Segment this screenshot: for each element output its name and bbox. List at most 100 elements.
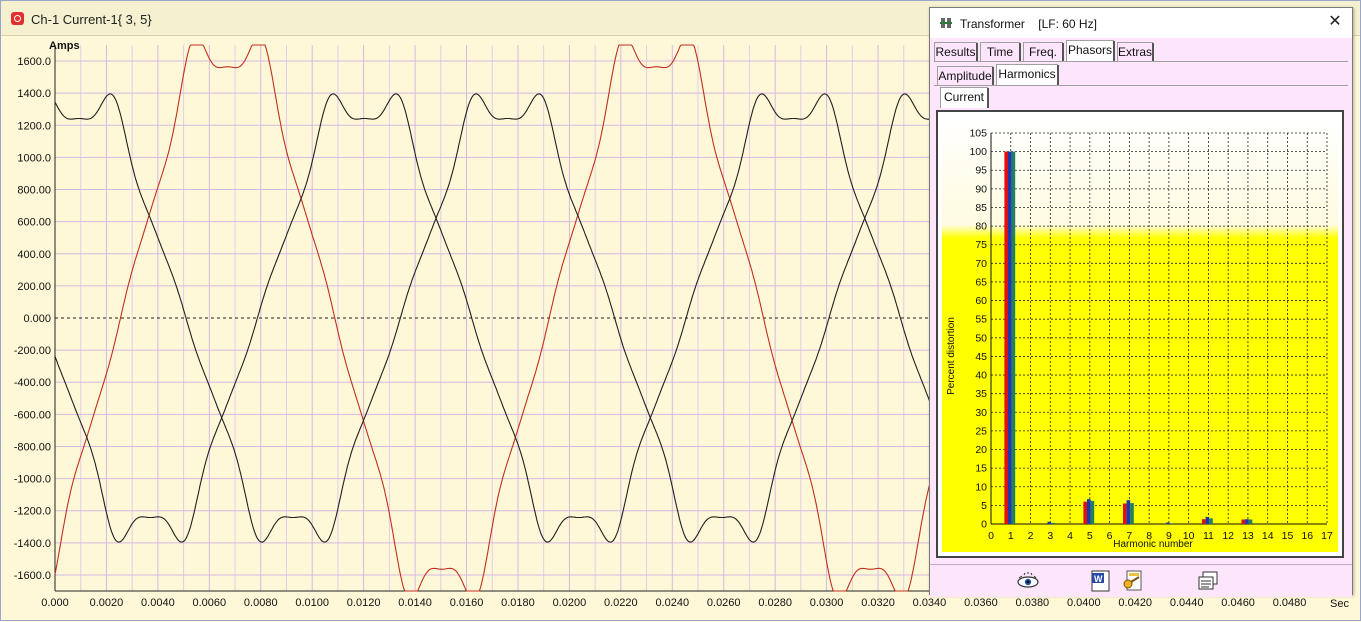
tab-harmonics[interactable]: Harmonics xyxy=(996,64,1059,85)
copy-windows-icon[interactable] xyxy=(1196,569,1220,593)
waveform-x-tick-label: 0.0460 xyxy=(1221,597,1255,609)
harmonics-y-tick-label: 40 xyxy=(975,370,987,382)
transformer-dialog: Transformer [LF: 60 Hz] ✕ Results Time F… xyxy=(929,7,1353,597)
waveform-x-tick-label: 0.0480 xyxy=(1273,597,1307,609)
harmonic-bar xyxy=(1241,519,1246,524)
waveform-x-tick-label: 0.0220 xyxy=(604,597,638,609)
harmonic-bar xyxy=(1245,519,1249,524)
waveform-x-tick-label: 0.0080 xyxy=(244,597,278,609)
waveform-x-tick-label: 0.0380 xyxy=(1016,597,1050,609)
harmonics-y-tick-label: 75 xyxy=(975,239,987,251)
harmonics-x-tick-label: 15 xyxy=(1282,530,1294,542)
waveform-x-tick-label: 0.0140 xyxy=(398,597,432,609)
tab-phasors[interactable]: Phasors xyxy=(1066,40,1115,61)
waveform-y-tick-label: -1000.0 xyxy=(14,474,51,486)
harmonics-x-tick-label: 0 xyxy=(988,530,994,542)
waveform-x-tick-label: 0.0240 xyxy=(655,597,689,609)
waveform-y-tick-label: 400.00 xyxy=(17,249,51,261)
tab-amplitude[interactable]: Amplitude xyxy=(937,66,994,85)
waveform-x-tick-label: 0.0340 xyxy=(913,597,947,609)
subtab-divider xyxy=(934,85,1348,86)
waveform-y-tick-label: -1600.0 xyxy=(14,570,51,582)
harmonics-x-axis-label: Harmonic number xyxy=(1113,539,1193,550)
harmonics-y-tick-label: 90 xyxy=(975,183,987,195)
harmonic-bar xyxy=(1004,151,1008,524)
harmonics-y-tick-label: 55 xyxy=(975,314,987,326)
harmonics-chart-frame: 0 5 10 15 20 25 30 35 40 45 50 55 60 65 70 75 80 85 90 95 10… xyxy=(936,110,1344,558)
waveform-y-tick-label: 600.00 xyxy=(17,217,51,229)
dialog-titlebar[interactable]: Transformer [LF: 60 Hz] ✕ xyxy=(930,8,1352,38)
waveform-y-tick-label: -600.00 xyxy=(14,409,51,421)
waveform-x-tick-label: 0.0020 xyxy=(90,597,124,609)
tab-extras[interactable]: Extras xyxy=(1117,42,1154,61)
waveform-x-ticks: 0.000 0.0020 0.0040 0.0060 0.0080 0.0100 0.012… xyxy=(41,597,1306,609)
waveform-x-tick-label: 0.0200 xyxy=(553,597,587,609)
harmonics-y-tick-label: 50 xyxy=(975,332,987,344)
tab-current[interactable]: Current xyxy=(940,87,989,108)
harmonics-x-tick-label: 3 xyxy=(1047,530,1053,542)
harmonic-bar xyxy=(1126,500,1131,524)
waveform-x-axis-label: Sec xyxy=(1330,598,1349,610)
harmonic-bar xyxy=(1209,518,1213,524)
harmonic-bar xyxy=(1202,519,1206,524)
harmonic-bar xyxy=(1047,521,1052,524)
harmonics-y-tick-label: 10 xyxy=(975,481,987,493)
waveform-x-tick-label: 0.0060 xyxy=(192,597,226,609)
harmonic-bar xyxy=(1051,522,1055,524)
harmonic-bar xyxy=(1008,151,1012,524)
waveform-x-tick-label: 0.0120 xyxy=(347,597,381,609)
harmonics-y-tick-label: 15 xyxy=(975,463,987,475)
harmonic-bar xyxy=(1011,151,1016,524)
harmonics-x-tick-label: 11 xyxy=(1203,530,1214,542)
harmonics-y-axis-label: Percent distortion xyxy=(946,317,957,395)
waveform-x-tick-label: 0.000 xyxy=(41,597,69,609)
close-icon[interactable]: ✕ xyxy=(1326,13,1344,31)
eye-icon[interactable] xyxy=(1016,569,1040,593)
harmonic-bar xyxy=(1087,499,1091,524)
harmonic-bar xyxy=(1130,503,1134,524)
waveform-y-tick-label: -1400.0 xyxy=(14,538,51,550)
harmonics-y-tick-label: 20 xyxy=(975,444,987,456)
harmonics-y-tick-label: 105 xyxy=(969,128,987,140)
harmonics-y-tick-label: 85 xyxy=(975,202,987,214)
tab-time[interactable]: Time xyxy=(980,42,1021,61)
waveform-x-tick-label: 0.0440 xyxy=(1170,597,1204,609)
waveform-y-tick-label: 1400.0 xyxy=(17,88,51,100)
waveform-x-tick-label: 0.0180 xyxy=(501,597,535,609)
waveform-y-tick-label: -200.00 xyxy=(14,345,51,357)
harmonics-y-tick-label: 0 xyxy=(981,519,987,531)
settings-key-icon[interactable] xyxy=(1121,569,1145,593)
harmonics-y-tick-label: 5 xyxy=(981,500,987,512)
harmonic-bar xyxy=(1090,500,1095,524)
harmonics-y-tick-label: 25 xyxy=(975,425,987,437)
harmonics-y-tick-label: 70 xyxy=(975,258,987,270)
harmonics-x-tick-label: 13 xyxy=(1242,530,1254,542)
app-record-icon xyxy=(11,12,24,25)
waveform-y-axis-label: Amps xyxy=(49,40,80,52)
waveform-x-tick-label: 0.0280 xyxy=(758,597,792,609)
waveform-y-tick-label: 0.000 xyxy=(23,313,51,325)
tab-divider xyxy=(934,61,1348,62)
dialog-title: Transformer [LF: 60 Hz] xyxy=(960,17,1097,31)
waveform-x-tick-label: 0.0300 xyxy=(810,597,844,609)
tab-results[interactable]: Results xyxy=(934,42,978,61)
waveform-x-tick-label: 0.0040 xyxy=(141,597,175,609)
waveform-y-tick-label: -800.00 xyxy=(14,441,51,453)
waveform-x-tick-label: 0.0260 xyxy=(707,597,741,609)
harmonics-y-tick-label: 95 xyxy=(975,165,987,177)
harmonics-y-tick-label: 65 xyxy=(975,276,987,288)
waveform-x-tick-label: 0.0400 xyxy=(1067,597,1101,609)
waveform-x-tick-label: 0.0360 xyxy=(964,597,998,609)
harmonics-y-tick-label: 100 xyxy=(969,146,987,158)
word-document-icon[interactable]: W xyxy=(1089,569,1113,593)
harmonics-x-tick-label: 17 xyxy=(1321,530,1333,542)
harmonics-x-tick-label: 16 xyxy=(1301,530,1313,542)
harmonics-y-tick-label: 35 xyxy=(975,388,987,400)
harmonics-x-tick-label: 14 xyxy=(1262,530,1274,542)
svg-text:W: W xyxy=(1094,574,1103,584)
transformer-icon xyxy=(940,18,952,28)
waveform-x-tick-label: 0.0160 xyxy=(450,597,484,609)
tab-freq[interactable]: Freq. xyxy=(1023,42,1064,61)
waveform-x-tick-label: 0.0100 xyxy=(295,597,329,609)
waveform-window-title: Ch-1 Current-1{ 3, 5} xyxy=(31,12,152,27)
